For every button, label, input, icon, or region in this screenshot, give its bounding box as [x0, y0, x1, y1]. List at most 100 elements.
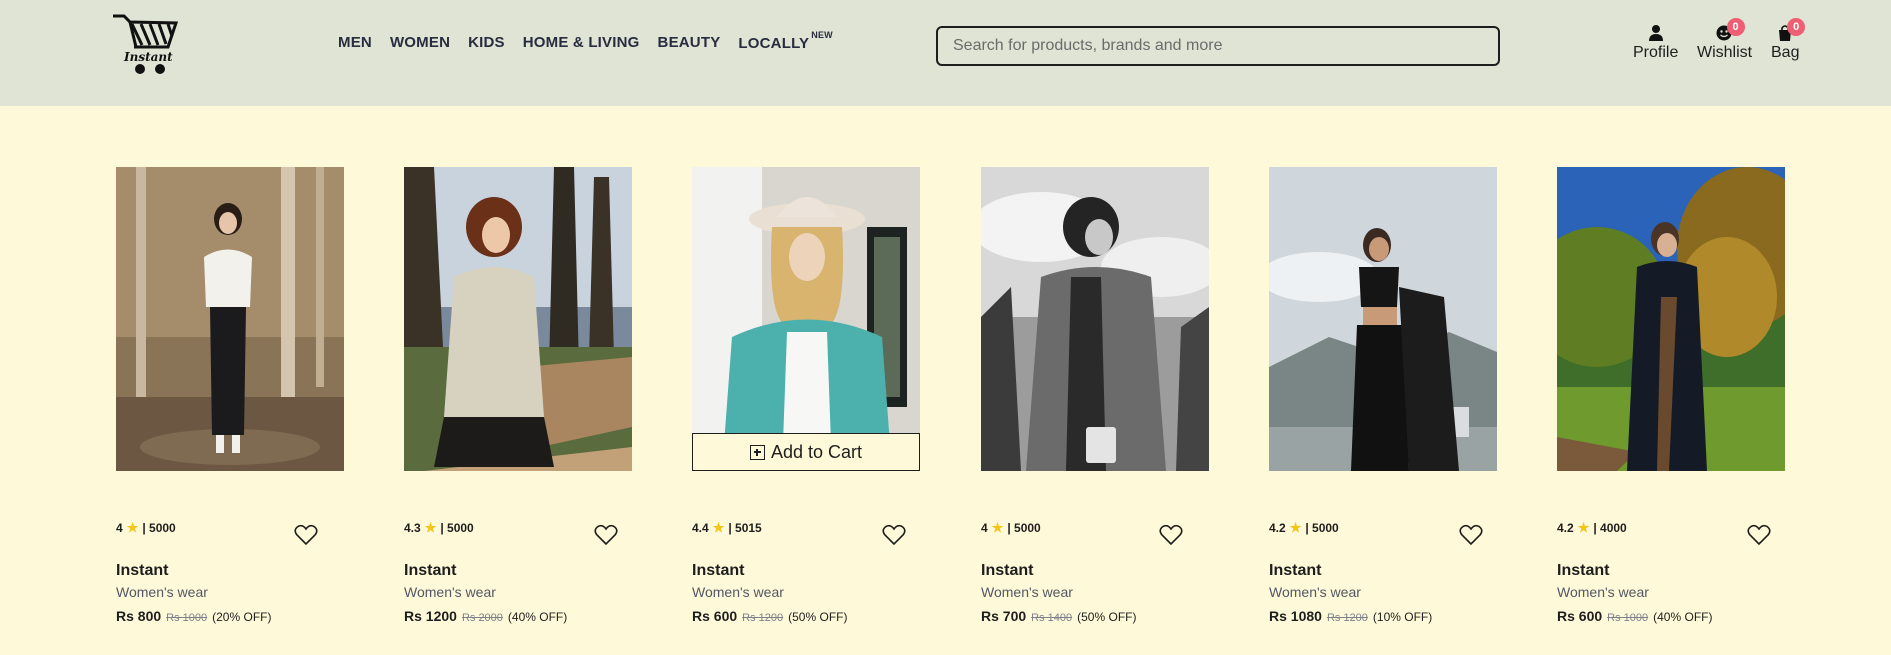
profile-button[interactable]: Profile — [1633, 24, 1678, 62]
product-rating: 4.4 ★ | 5015 — [692, 520, 762, 536]
product-card[interactable]: 4 ★ | 5000 Instant Women's wear Rs 800 Rs 1… — [116, 167, 344, 624]
rating-value: 4 — [981, 521, 988, 535]
star-icon: ★ — [1577, 520, 1590, 535]
review-count: | 5015 — [728, 521, 762, 535]
price-row: Rs 1080 Rs 1200 (10% OFF) — [1269, 608, 1432, 624]
product-brand: Instant — [404, 562, 457, 579]
new-badge: NEW — [811, 30, 833, 40]
nav-women[interactable]: WOMEN — [390, 34, 450, 52]
product-discount: (50% OFF) — [788, 610, 848, 624]
product-category: Women's wear — [1269, 584, 1361, 600]
search-input[interactable] — [936, 26, 1500, 66]
bag-label: Bag — [1771, 44, 1800, 61]
product-brand: Instant — [981, 562, 1034, 579]
product-card[interactable]: 4.3 ★ | 5000 Instant Women's wear Rs 1200 R… — [404, 167, 632, 624]
product-card[interactable]: 4.2 ★ | 4000 Instant Women's wear Rs 600 Rs… — [1557, 167, 1785, 624]
brand-logo[interactable]: Instant — [110, 14, 182, 76]
product-mrp: Rs 1000 — [166, 612, 208, 624]
wishlist-heart-icon[interactable] — [294, 524, 318, 546]
price-row: Rs 700 Rs 1400 (50% OFF) — [981, 608, 1136, 624]
review-count: | 5000 — [1305, 521, 1339, 535]
product-discount: (20% OFF) — [212, 610, 272, 624]
rating-value: 4.2 — [1557, 521, 1574, 535]
rating-value: 4 — [116, 521, 123, 535]
profile-label: Profile — [1633, 44, 1679, 61]
price-row: Rs 600 Rs 1000 (40% OFF) — [1557, 608, 1712, 624]
product-price: Rs 800 — [116, 608, 162, 624]
product-image[interactable] — [404, 167, 632, 471]
product-discount: (40% OFF) — [507, 610, 568, 624]
bag-count-badge: 0 — [1787, 18, 1806, 36]
product-image[interactable] — [981, 167, 1209, 471]
product-rating: 4.3 ★ | 5000 — [404, 520, 474, 536]
product-rating: 4 ★ | 5000 — [116, 520, 176, 536]
star-icon: ★ — [126, 520, 139, 535]
add-to-cart-button[interactable]: Add to Cart — [692, 433, 920, 471]
product-card[interactable]: 4 ★ | 5000 Instant Women's wear Rs 700 Rs 1… — [981, 167, 1209, 624]
price-row: Rs 800 Rs 1000 (20% OFF) — [116, 608, 271, 624]
top-header: Instant MEN WOMEN KIDS HOME & LIVING BEA… — [0, 0, 1891, 106]
product-rating: 4.2 ★ | 5000 — [1269, 520, 1339, 536]
product-category: Women's wear — [116, 584, 208, 600]
product-image[interactable] — [1269, 167, 1497, 471]
price-row: Rs 600 Rs 1200 (50% OFF) — [692, 608, 847, 624]
wishlist-heart-icon[interactable] — [1159, 524, 1183, 546]
product-brand: Instant — [692, 562, 745, 579]
add-to-cart-label: Add to Cart — [770, 441, 863, 462]
product-mrp: Rs 1000 — [1607, 612, 1649, 624]
product-price: Rs 1200 — [404, 608, 457, 624]
product-discount: (10% OFF) — [1372, 610, 1433, 624]
product-price: Rs 600 — [692, 608, 738, 624]
wishlist-heart-icon[interactable] — [594, 524, 618, 546]
wishlist-heart-icon[interactable] — [882, 524, 906, 546]
product-card[interactable]: Add to Cart 4.4 ★ | 5015 Instant Women's w… — [692, 167, 920, 624]
user-icon — [1646, 24, 1666, 42]
product-mrp: Rs 1400 — [1031, 612, 1073, 624]
wishlist-button[interactable]: 0 Wishlist — [1697, 18, 1753, 62]
product-price: Rs 600 — [1557, 608, 1603, 624]
product-image[interactable] — [116, 167, 344, 471]
star-icon: ★ — [1289, 520, 1302, 535]
product-category: Women's wear — [981, 584, 1073, 600]
nav-home-living[interactable]: HOME & LIVING — [523, 34, 640, 52]
nav-locally[interactable]: LOCALLY NEW — [738, 30, 832, 52]
product-image[interactable]: Add to Cart — [692, 167, 920, 471]
main-nav: MEN WOMEN KIDS HOME & LIVING BEAUTY LOCA… — [338, 30, 833, 52]
review-count: | 5000 — [1007, 521, 1041, 535]
product-card[interactable]: 4.2 ★ | 5000 Instant Women's wear Rs 1080 R… — [1269, 167, 1497, 624]
star-icon: ★ — [991, 520, 1004, 535]
price-row: Rs 1200 Rs 2000 (40% OFF) — [404, 608, 567, 624]
product-mrp: Rs 1200 — [1326, 612, 1368, 624]
product-category: Women's wear — [1557, 584, 1649, 600]
product-mrp: Rs 1200 — [742, 612, 784, 624]
rating-value: 4.4 — [692, 521, 709, 535]
product-rating: 4 ★ | 5000 — [981, 520, 1041, 536]
nav-kids[interactable]: KIDS — [468, 34, 505, 52]
nav-men[interactable]: MEN — [338, 34, 372, 52]
wishlist-count-badge: 0 — [1726, 18, 1745, 36]
review-count: | 5000 — [440, 521, 474, 535]
plus-square-icon — [749, 444, 765, 460]
wishlist-heart-icon[interactable] — [1459, 524, 1483, 546]
product-category: Women's wear — [404, 584, 496, 600]
wishlist-label: Wishlist — [1697, 44, 1753, 61]
bag-button[interactable]: 0 Bag — [1771, 18, 1806, 62]
wishlist-icon: 0 — [1715, 18, 1745, 42]
star-icon: ★ — [424, 520, 437, 535]
product-image[interactable] — [1557, 167, 1785, 471]
review-count: | 4000 — [1593, 521, 1627, 535]
product-brand: Instant — [1557, 562, 1610, 579]
wishlist-heart-icon[interactable] — [1747, 524, 1771, 546]
product-discount: (40% OFF) — [1653, 610, 1713, 624]
rating-value: 4.2 — [1269, 521, 1286, 535]
product-brand: Instant — [1269, 562, 1322, 579]
nav-beauty[interactable]: BEAUTY — [658, 34, 721, 52]
product-rating: 4.2 ★ | 4000 — [1557, 520, 1627, 536]
svg-text:Instant: Instant — [123, 50, 173, 64]
bag-icon: 0 — [1775, 18, 1806, 42]
product-discount: (50% OFF) — [1077, 610, 1137, 624]
product-category: Women's wear — [692, 584, 784, 600]
product-price: Rs 700 — [981, 608, 1027, 624]
product-price: Rs 1080 — [1269, 608, 1322, 624]
shopping-cart-logo-icon: Instant — [113, 14, 179, 74]
